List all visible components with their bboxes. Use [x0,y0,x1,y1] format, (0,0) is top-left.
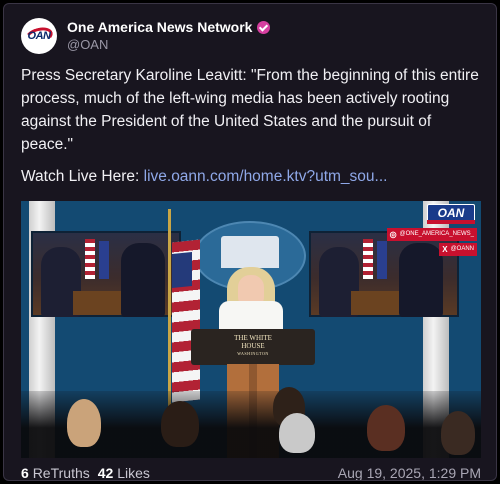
author-handle[interactable]: @OAN [67,36,270,54]
retruths-stat[interactable]: 6 ReTruths [21,465,90,481]
audience-head [441,411,475,455]
post-video-thumbnail[interactable]: THE WHITE HOUSE WASHINGTON OAN ◎ @ONE_AM… [21,201,481,458]
likes-count: 42 [97,465,114,481]
post-header: OAN One America News Network @OAN [21,18,271,54]
oan-logo-underline [427,220,475,224]
podium-sign: THE WHITE HOUSE WASHINGTON [226,334,280,356]
left-monitor [31,231,181,317]
likes-label: Likes [117,465,150,481]
post-card: OAN One America News Network @OAN Press … [3,3,497,481]
x-handle-badge: X @OANN [439,243,477,256]
post-timestamp[interactable]: Aug 19, 2025, 1:29 PM [338,465,481,480]
x-handle-text: @OANN [450,246,474,252]
white-house-emblem-icon [221,236,279,268]
right-monitor [309,231,459,317]
post-body-text: Press Secretary Karoline Leavitt: "From … [21,67,479,153]
verified-badge-icon [257,20,271,34]
audience-head [279,413,315,453]
author-names: One America News Network @OAN [67,18,271,54]
podium-sign-subtitle: WASHINGTON [237,351,269,356]
flagpole [168,209,171,409]
watch-live-link[interactable]: live.oann.com/home.ktv?utm_sou... [144,168,388,185]
avatar[interactable]: OAN [21,18,57,54]
instagram-handle-text: @ONE_AMERICA_NEWS_ [399,231,474,237]
retruths-label: ReTruths [32,465,90,481]
x-logo-icon: X [442,245,448,254]
audience-head [67,399,101,447]
audience-head [161,401,199,447]
author-display-name[interactable]: One America News Network [67,18,271,36]
podium-sign-title: THE WHITE HOUSE [234,334,272,350]
instagram-icon: ◎ [389,230,397,239]
audience-head [367,405,405,451]
instagram-handle-badge: ◎ @ONE_AMERICA_NEWS_ [386,228,477,241]
retruths-count: 6 [21,465,29,481]
watch-live-line: Watch Live Here: live.oann.com/home.ktv?… [21,168,483,186]
likes-stat[interactable]: 42 Likes [97,465,150,481]
flag-canton [172,251,192,289]
post-footer: 6 ReTruths 42 Likes Aug 19, 2025, 1:29 P… [21,465,481,481]
avatar-logo-text: OAN [27,30,51,42]
watch-live-label: Watch Live Here: [21,168,140,185]
author-name-text[interactable]: One America News Network [67,18,252,36]
